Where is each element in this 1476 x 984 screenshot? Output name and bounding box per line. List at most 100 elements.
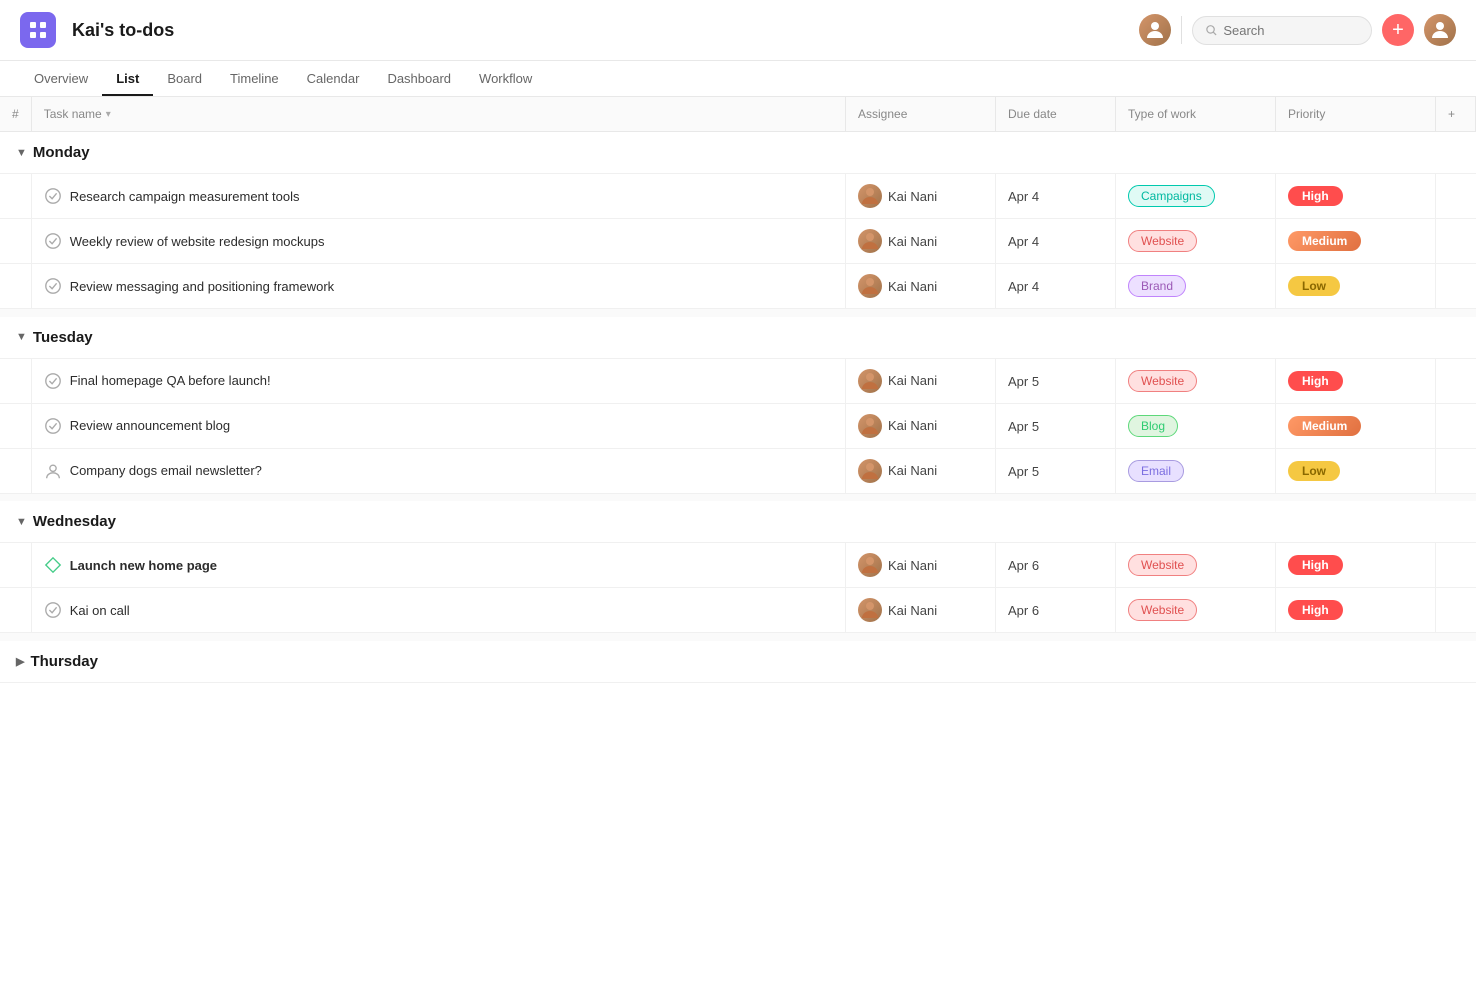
task-assignee: Kai Nani [846, 543, 996, 588]
task-add [1436, 264, 1476, 309]
nav-board[interactable]: Board [153, 61, 216, 96]
table-row[interactable]: Final homepage QA before launch! Kai Nan… [0, 358, 1476, 403]
task-type-of-work: Website [1116, 219, 1276, 264]
table-row[interactable]: Weekly review of website redesign mockup… [0, 219, 1476, 264]
task-name: Research campaign measurement tools [70, 189, 300, 204]
col-assignee-header: Assignee [846, 97, 996, 132]
add-button[interactable]: + [1382, 14, 1414, 46]
section-chevron-thursday[interactable]: ▶ [16, 655, 24, 668]
task-name-cell[interactable]: Company dogs email newsletter? [31, 448, 845, 493]
col-add-header[interactable]: + [1436, 97, 1476, 132]
task-name-cell[interactable]: Review announcement blog [31, 403, 845, 448]
task-type-of-work: Email [1116, 448, 1276, 493]
task-name: Company dogs email newsletter? [70, 463, 262, 478]
task-name-cell[interactable]: Kai on call [31, 588, 845, 633]
task-assignee: Kai Nani [846, 358, 996, 403]
table-row[interactable]: Launch new home page Kai Nani Apr 6 Webs… [0, 543, 1476, 588]
task-number [0, 174, 31, 219]
task-due-date: Apr 6 [996, 543, 1116, 588]
task-type-of-work: Blog [1116, 403, 1276, 448]
section-chevron-tuesday[interactable]: ▼ [16, 331, 27, 343]
section-toggle-monday[interactable]: ▼ Monday [16, 144, 1460, 161]
task-due-date: Apr 5 [996, 403, 1116, 448]
task-type-of-work: Website [1116, 543, 1276, 588]
section-monday: ▼ Monday [0, 132, 1476, 174]
assignee-avatar [858, 553, 882, 577]
task-priority: High [1276, 588, 1436, 633]
search-box[interactable] [1192, 16, 1372, 45]
nav-timeline[interactable]: Timeline [216, 61, 293, 96]
check-circle-icon [44, 277, 62, 295]
task-priority: High [1276, 358, 1436, 403]
section-thursday: ▶ Thursday [0, 641, 1476, 683]
header-right: + [1139, 14, 1456, 46]
task-name: Launch new home page [70, 558, 217, 573]
task-number [0, 219, 31, 264]
task-number [0, 543, 31, 588]
task-dropdown-arrow[interactable]: ▾ [106, 109, 111, 120]
task-number [0, 588, 31, 633]
table-row[interactable]: Company dogs email newsletter? Kai Nani … [0, 448, 1476, 493]
section-chevron-wednesday[interactable]: ▼ [16, 516, 27, 528]
section-chevron-monday[interactable]: ▼ [16, 147, 27, 159]
table-row[interactable]: Review announcement blog Kai Nani Apr 5 … [0, 403, 1476, 448]
nav-overview[interactable]: Overview [20, 61, 102, 96]
task-priority: High [1276, 543, 1436, 588]
search-input[interactable] [1223, 23, 1359, 38]
check-circle-icon [44, 232, 62, 250]
task-add [1436, 358, 1476, 403]
check-circle-icon [44, 601, 62, 619]
person-icon [44, 462, 62, 480]
user-avatar-left[interactable] [1139, 14, 1171, 46]
section-label-thursday: Thursday [30, 653, 98, 670]
user-avatar-right[interactable] [1424, 14, 1456, 46]
nav-dashboard[interactable]: Dashboard [373, 61, 465, 96]
section-toggle-thursday[interactable]: ▶ Thursday [16, 653, 1460, 670]
task-add [1436, 448, 1476, 493]
navigation: Overview List Board Timeline Calendar Da… [0, 61, 1476, 97]
task-name-cell[interactable]: Final homepage QA before launch! [31, 358, 845, 403]
section-wednesday: ▼ Wednesday [0, 501, 1476, 543]
table-row[interactable]: Review messaging and positioning framewo… [0, 264, 1476, 309]
task-name-cell[interactable]: Launch new home page [31, 543, 845, 588]
task-assignee: Kai Nani [846, 448, 996, 493]
section-toggle-tuesday[interactable]: ▼ Tuesday [16, 329, 1460, 346]
task-due-date: Apr 4 [996, 219, 1116, 264]
app-icon[interactable] [20, 12, 56, 48]
table-row[interactable]: Research campaign measurement tools Kai … [0, 174, 1476, 219]
col-duedate-header: Due date [996, 97, 1116, 132]
task-name-cell[interactable]: Review messaging and positioning framewo… [31, 264, 845, 309]
task-due-date: Apr 5 [996, 358, 1116, 403]
diamond-icon [44, 556, 62, 574]
task-number [0, 448, 31, 493]
task-name: Review messaging and positioning framewo… [70, 279, 334, 294]
task-add [1436, 588, 1476, 633]
assignee-avatar [858, 274, 882, 298]
task-priority: Low [1276, 264, 1436, 309]
task-name-cell[interactable]: Weekly review of website redesign mockup… [31, 219, 845, 264]
section-toggle-wednesday[interactable]: ▼ Wednesday [16, 513, 1460, 530]
section-tuesday: ▼ Tuesday [0, 317, 1476, 359]
nav-calendar[interactable]: Calendar [293, 61, 374, 96]
assignee-avatar [858, 184, 882, 208]
divider [1181, 16, 1182, 44]
assignee-avatar [858, 598, 882, 622]
task-name: Kai on call [70, 603, 130, 618]
nav-workflow[interactable]: Workflow [465, 61, 546, 96]
task-name-cell[interactable]: Research campaign measurement tools [31, 174, 845, 219]
check-circle-icon [44, 187, 62, 205]
task-number [0, 264, 31, 309]
nav-list[interactable]: List [102, 61, 153, 96]
task-add [1436, 219, 1476, 264]
table-row[interactable]: Kai on call Kai Nani Apr 6 Website [0, 588, 1476, 633]
assignee-avatar [858, 229, 882, 253]
section-label-monday: Monday [33, 144, 90, 161]
task-name: Weekly review of website redesign mockup… [70, 234, 325, 249]
task-name: Review announcement blog [70, 418, 230, 433]
check-circle-icon [44, 372, 62, 390]
task-assignee: Kai Nani [846, 174, 996, 219]
header: Kai's to-dos + [0, 0, 1476, 61]
col-task-header: Task name ▾ [31, 97, 845, 132]
search-icon [1205, 23, 1217, 37]
col-typework-header: Type of work [1116, 97, 1276, 132]
